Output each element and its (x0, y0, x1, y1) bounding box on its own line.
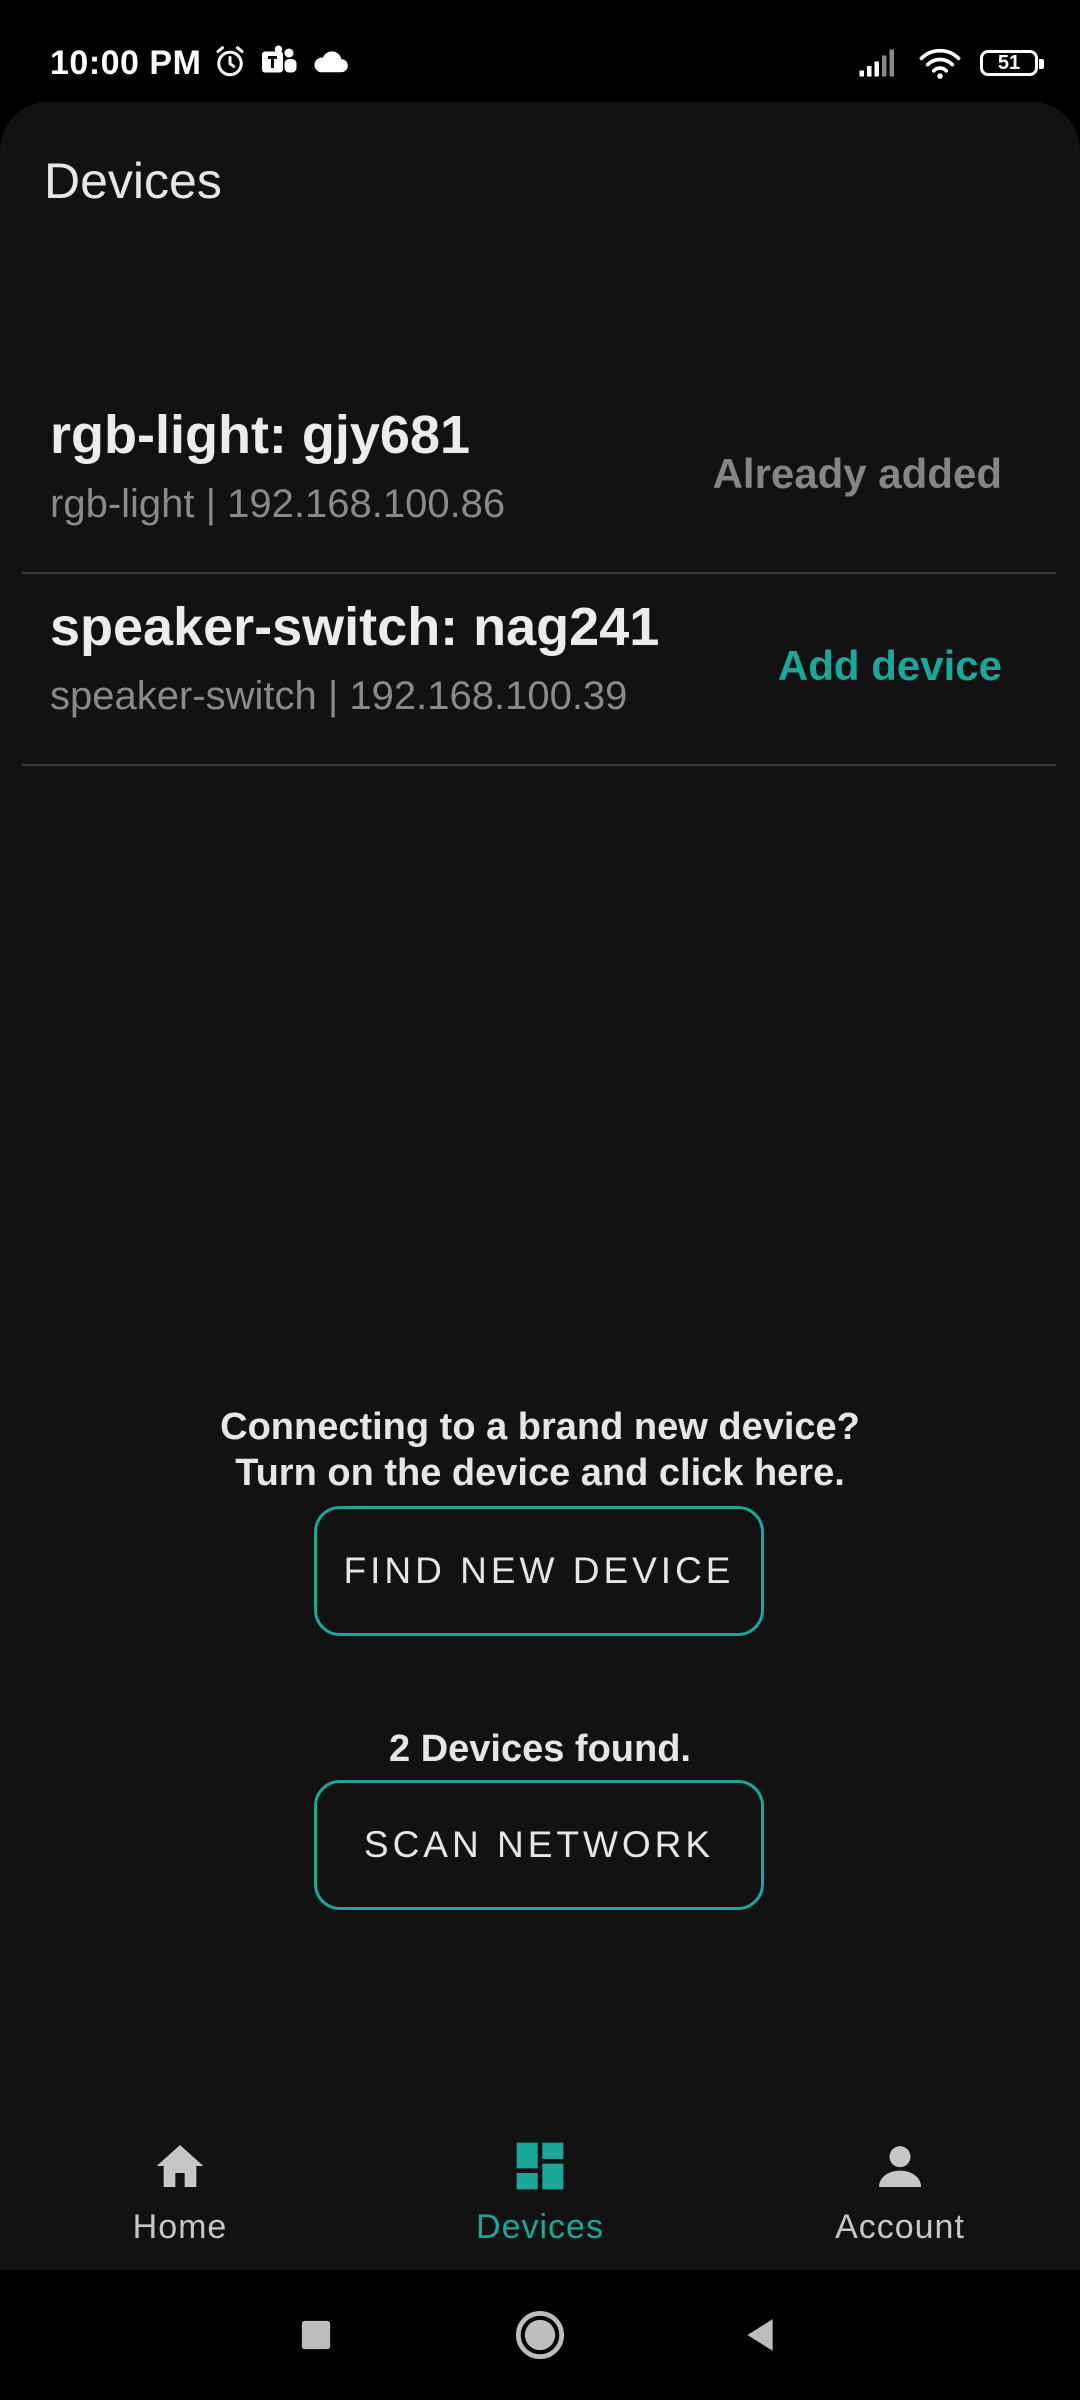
back-button[interactable] (700, 2270, 820, 2400)
page-title: Devices (44, 153, 222, 209)
nav-label-home: Home (132, 2208, 228, 2246)
device-name: speaker-switch: nag241 (50, 597, 660, 657)
device-row: rgb-light: gjy681 rgb-light | 192.168.10… (22, 384, 1056, 574)
person-icon (879, 2146, 921, 2187)
status-time: 10:00 PM (50, 44, 202, 82)
find-hint-line1: Connecting to a brand new device? (220, 1406, 860, 1448)
screen: 10:00 PM 51 Devices rgb-light: gjy681 rg… (0, 0, 1080, 2400)
square-icon (301, 2320, 331, 2350)
find-hint-line2: Turn on the device and click here. (235, 1452, 845, 1494)
device-subtitle: speaker-switch | 192.168.100.39 (50, 674, 628, 718)
teams-icon (262, 45, 297, 73)
signal-icon (859, 49, 894, 77)
status-icons-right: 51 (858, 46, 1044, 80)
scan-network-button[interactable]: SCAN NETWORK (314, 1780, 764, 1910)
already-added-label: Already added (712, 450, 1002, 497)
devices-found-status: 2 Devices found. (389, 1728, 691, 1770)
nav-label-devices: Devices (476, 2208, 604, 2246)
find-new-device-button[interactable]: FIND NEW DEVICE (314, 1506, 764, 1636)
status-bar: 10:00 PM 51 (0, 0, 1080, 102)
back-triangle-icon (747, 2319, 773, 2351)
home-system-button[interactable] (480, 2270, 600, 2400)
home-icon (156, 2145, 204, 2187)
app-panel: Devices rgb-light: gjy681 rgb-light | 19… (0, 102, 1080, 2270)
nav-item-account[interactable]: Account (750, 2138, 1050, 2247)
dashboard-icon (516, 2142, 564, 2190)
status-icons-left (212, 44, 350, 80)
device-row: speaker-switch: nag241 speaker-switch | … (22, 576, 1056, 766)
battery-icon: 51 (980, 50, 1044, 76)
circle-icon (515, 2310, 565, 2360)
bottom-nav: Home Devices Account (0, 2102, 1080, 2270)
nav-label-account: Account (835, 2208, 965, 2246)
battery-level: 51 (997, 51, 1021, 74)
cloud-icon (314, 51, 348, 73)
nav-item-devices[interactable]: Devices (390, 2138, 690, 2247)
device-subtitle: rgb-light | 192.168.100.86 (50, 482, 506, 526)
add-device-button[interactable]: Add device (778, 642, 1002, 690)
device-name: rgb-light: gjy681 (50, 405, 471, 465)
wifi-icon (919, 48, 961, 79)
alarm-icon (216, 46, 244, 77)
nav-item-home[interactable]: Home (30, 2138, 330, 2247)
system-nav-bar (0, 2270, 1080, 2400)
recents-button[interactable] (256, 2270, 376, 2400)
